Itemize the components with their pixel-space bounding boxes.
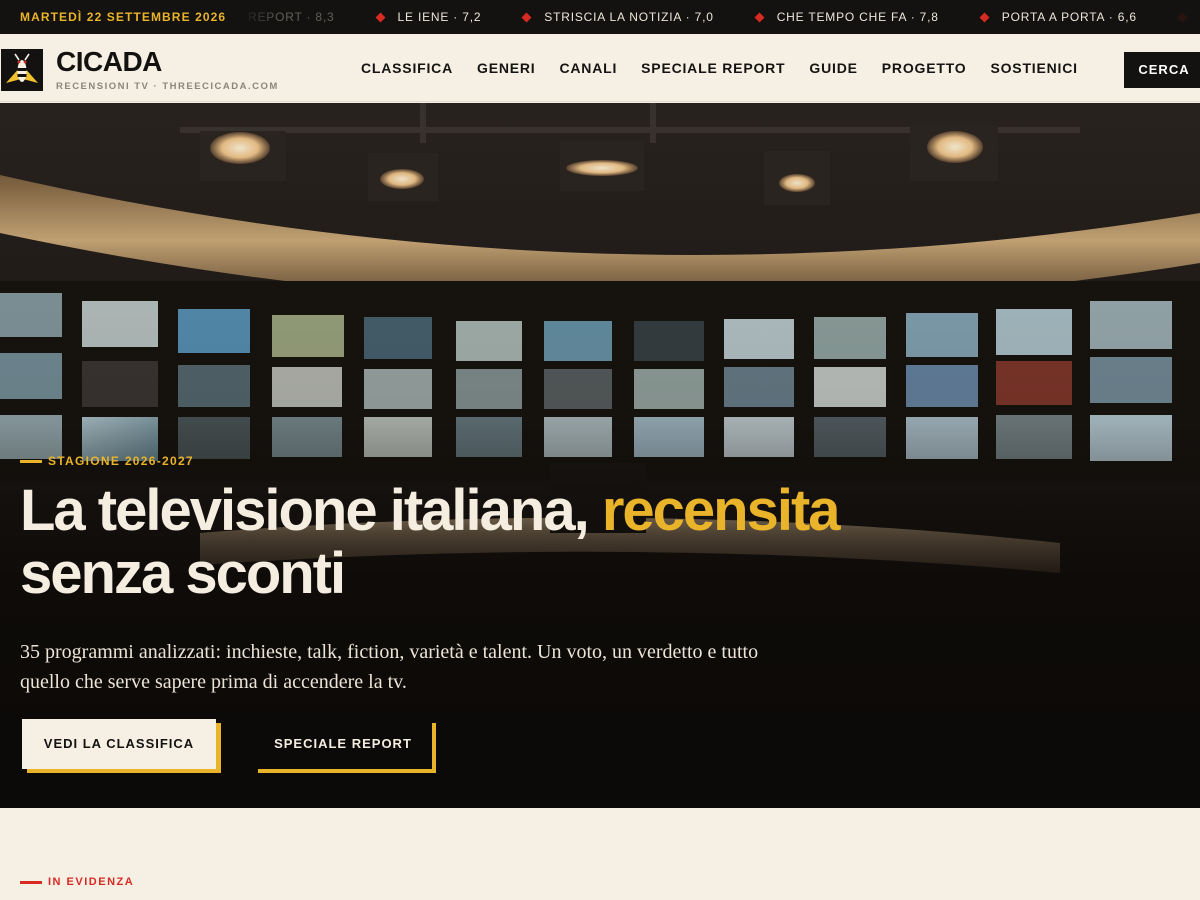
ticker-item-label: STRISCIA LA NOTIZIA · 7,0: [544, 10, 714, 24]
search-button[interactable]: CERCA: [1124, 52, 1200, 88]
hero-description: 35 programmi analizzati: inchieste, talk…: [20, 641, 759, 693]
ticker-item[interactable]: CHE TEMPO CHE FA · 7,8: [754, 10, 939, 24]
nav-item-progetto[interactable]: PROGETTO: [882, 60, 967, 76]
view-ranking-button[interactable]: VEDI LA CLASSIFICA: [22, 719, 216, 769]
ticker-track: REPORT · 8,3 LE IENE · 7,2 STRISCIA LA N…: [248, 0, 1200, 34]
nav-item-canali[interactable]: CANALI: [559, 60, 617, 76]
nav-item-generi[interactable]: GENERI: [477, 60, 535, 76]
hero-kicker: STAGIONE 2026-2027: [20, 454, 194, 468]
kicker-bar: [20, 459, 42, 463]
ticker-item-label: PORTA A PORTA · 6,6: [1001, 10, 1137, 24]
cicada-logo-icon[interactable]: [1, 49, 43, 91]
brand-name[interactable]: CICADA: [56, 46, 162, 78]
hero-title: La televisione italiana, recensita senza…: [20, 478, 841, 606]
section-label: IN EVIDENZA: [20, 876, 134, 888]
ticker-date: MARTEDÌ 22 SETTEMBRE 2026: [20, 0, 241, 34]
diamond-icon: [754, 12, 765, 22]
ticker-item[interactable]: PORTA A PORTA · 6,6: [979, 10, 1137, 24]
nav-item-guide[interactable]: GUIDE: [809, 60, 857, 76]
brand-tagline: RECENSIONI TV · THREECICADA.COM: [56, 81, 279, 92]
nav-item-sostienici[interactable]: SOSTIENICI: [990, 60, 1077, 76]
ticker-item-label: LE IENE · 7,2: [397, 10, 482, 24]
ticker-item[interactable]: LE IENE · 7,2: [375, 10, 482, 24]
report-special-button[interactable]: SPECIALE REPORT: [254, 719, 432, 769]
section-label-bar: [20, 880, 42, 884]
diamond-icon: [521, 12, 532, 22]
site-header: CICADA RECENSIONI TV · THREECICADA.COM C…: [0, 34, 1200, 102]
nav-item-classifica[interactable]: CLASSIFICA: [361, 60, 453, 76]
diamond-icon: [979, 12, 990, 22]
main-nav: CLASSIFICA GENERI CANALI SPECIALE REPORT…: [361, 34, 1102, 102]
ticker-item-label: CHE TEMPO CHE FA · 7,8: [776, 10, 939, 24]
news-ticker: MARTEDÌ 22 SETTEMBRE 2026 REPORT · 8,3 L…: [0, 0, 1200, 34]
hero-section: STAGIONE 2026-2027 La televisione italia…: [0, 103, 1200, 808]
diamond-icon: [375, 12, 385, 22]
ticker-item[interactable]: STRISCIA LA NOTIZIA · 7,0: [521, 10, 714, 24]
nav-item-speciale-report[interactable]: SPECIALE REPORT: [641, 60, 785, 76]
hero-title-accent: recensita: [601, 478, 841, 543]
